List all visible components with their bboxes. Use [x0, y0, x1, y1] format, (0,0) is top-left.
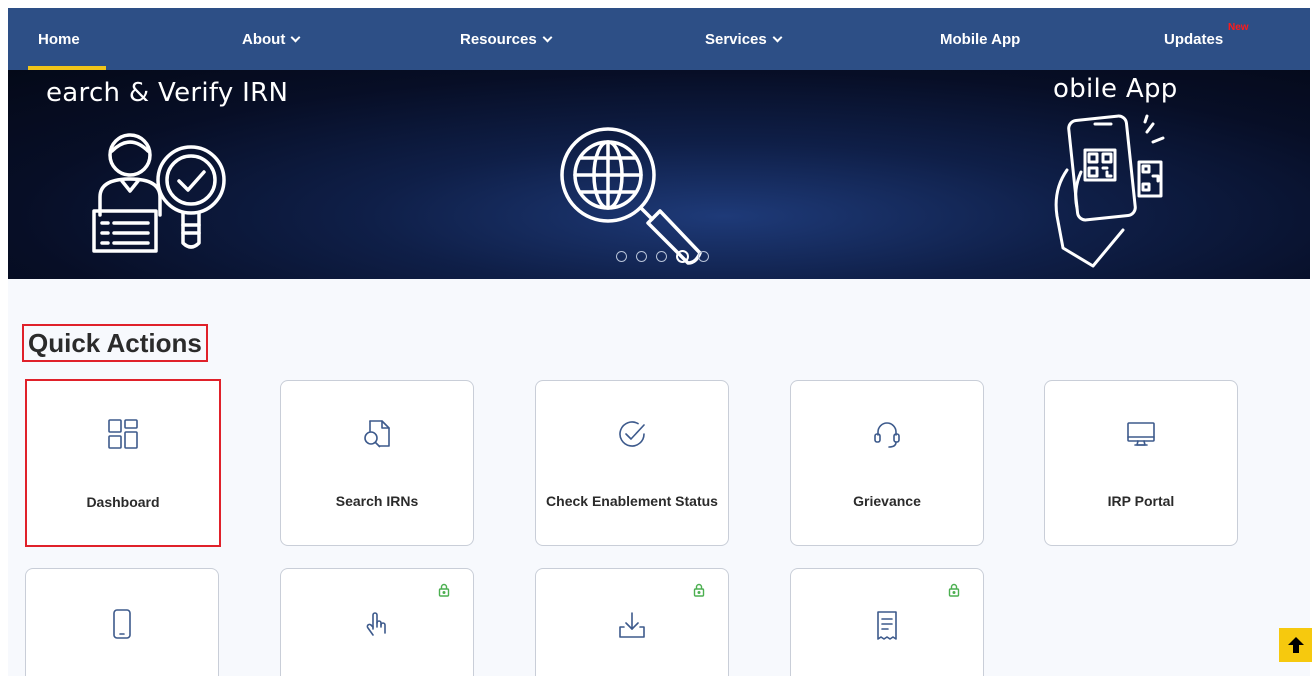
carousel-dot-3[interactable] [656, 251, 667, 262]
chevron-down-icon [290, 32, 301, 42]
card-check-enablement-status-label: Check Enablement Status [546, 493, 718, 509]
card-receipt[interactable] [790, 568, 984, 676]
card-irp-portal-label: IRP Portal [1107, 493, 1175, 509]
carousel-dot-2[interactable] [636, 251, 647, 262]
nav-mobile-app[interactable]: Mobile App [940, 8, 1020, 70]
card-hand-pointer[interactable] [280, 568, 474, 676]
chevron-down-icon [542, 32, 553, 42]
nav-services[interactable]: Services [705, 8, 783, 70]
headset-icon [874, 422, 900, 448]
card-search-irns[interactable]: Search IRNs [280, 380, 474, 546]
new-badge: New [1228, 22, 1249, 33]
search-document-icon [364, 420, 390, 448]
dashboard-grid-icon [108, 419, 138, 449]
nav-home-label: Home [38, 30, 80, 48]
quick-actions-title: Quick Actions [22, 324, 208, 362]
lock-icon [948, 583, 960, 597]
card-grievance[interactable]: Grievance [790, 380, 984, 546]
banner-caption-right: obile App [1053, 74, 1178, 104]
card-search-irns-label: Search IRNs [335, 493, 419, 509]
hand-pointer-icon [366, 612, 386, 636]
card-dashboard[interactable]: Dashboard [25, 379, 221, 547]
lock-icon [438, 583, 450, 597]
nav-about-label: About [242, 30, 286, 48]
scroll-to-top-button[interactable] [1279, 628, 1312, 662]
mobile-qr-illustration-icon [1054, 114, 1165, 268]
nav-updates[interactable]: Updates [1164, 8, 1223, 70]
card-grievance-label: Grievance [853, 493, 921, 509]
verify-person-illustration-icon [92, 133, 226, 253]
nav-mobile-app-label: Mobile App [940, 30, 1021, 48]
receipt-icon [877, 611, 897, 640]
page: Home About Resources Services Mobile App… [0, 0, 1312, 676]
hero-carousel[interactable]: earch & Verify IRN obile App [8, 70, 1310, 279]
nav-home[interactable]: Home [38, 8, 80, 70]
top-nav: Home About Resources Services Mobile App… [8, 8, 1310, 70]
card-download[interactable] [535, 568, 729, 676]
carousel-indicators [616, 250, 709, 263]
chevron-down-icon [772, 32, 783, 42]
lock-icon [693, 583, 705, 597]
card-dashboard-label: Dashboard [86, 494, 160, 510]
card-irp-portal[interactable]: IRP Portal [1044, 380, 1238, 546]
card-mobile[interactable] [25, 568, 219, 676]
card-check-enablement-status[interactable]: Check Enablement Status [535, 380, 729, 546]
download-icon [619, 612, 645, 638]
nav-services-label: Services [705, 30, 767, 48]
mobile-phone-icon [113, 609, 131, 639]
carousel-dot-4[interactable] [676, 250, 689, 263]
globe-magnifier-illustration-icon [560, 127, 702, 265]
nav-resources-label: Resources [460, 30, 537, 48]
nav-about[interactable]: About [242, 8, 301, 70]
arrow-up-icon [1287, 637, 1304, 653]
nav-resources[interactable]: Resources [460, 8, 553, 70]
banner-caption-left: earch & Verify IRN [46, 78, 289, 108]
monitor-icon [1127, 422, 1155, 446]
nav-updates-label: Updates [1164, 30, 1224, 48]
check-circle-icon [619, 421, 645, 447]
carousel-dot-1[interactable] [616, 251, 627, 262]
carousel-dot-5[interactable] [698, 251, 709, 262]
